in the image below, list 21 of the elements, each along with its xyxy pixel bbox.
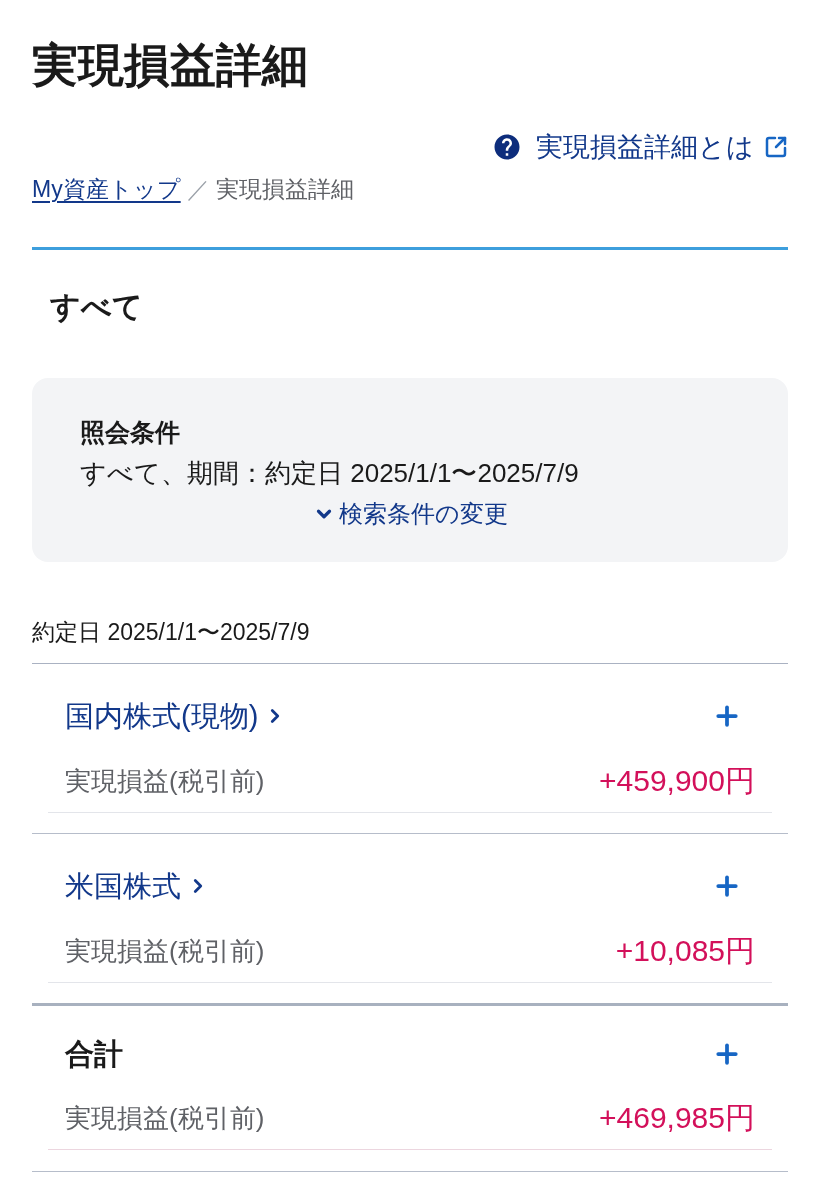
total-heading: 合計 xyxy=(65,1037,123,1072)
external-link-icon xyxy=(764,135,788,159)
breadcrumb-separator: ／ xyxy=(185,175,211,204)
period-label: 約定日 2025/1/1〜2025/7/9 xyxy=(32,618,311,647)
help-link[interactable]: 実現損益詳細とは xyxy=(492,129,788,165)
row-label: 実現損益(税引前) xyxy=(65,765,265,798)
amount-value: +469,985円 xyxy=(599,1100,755,1136)
category-link[interactable]: 国内株式(現物) xyxy=(65,696,287,736)
amount-value: +10,085円 xyxy=(615,933,755,969)
conditions-summary: すべて、期間：約定日 2025/1/1〜2025/7/9 xyxy=(80,457,580,490)
amount-value: +459,900円 xyxy=(599,763,755,799)
help-icon xyxy=(492,132,522,162)
breadcrumb-link[interactable]: My資産トップ xyxy=(32,173,181,205)
change-conditions-link[interactable]: 検索条件の変更 xyxy=(312,497,508,531)
category-link[interactable]: 米国株式 xyxy=(65,866,209,906)
row-label: 実現損益(税引前) xyxy=(65,935,265,968)
page-title: 実現損益詳細 xyxy=(32,38,309,93)
breadcrumb-current: 実現損益詳細 xyxy=(215,175,354,204)
conditions-heading: 照会条件 xyxy=(80,417,181,448)
section-title: すべて xyxy=(49,289,144,325)
row-label: 実現損益(税引前) xyxy=(65,1102,265,1135)
